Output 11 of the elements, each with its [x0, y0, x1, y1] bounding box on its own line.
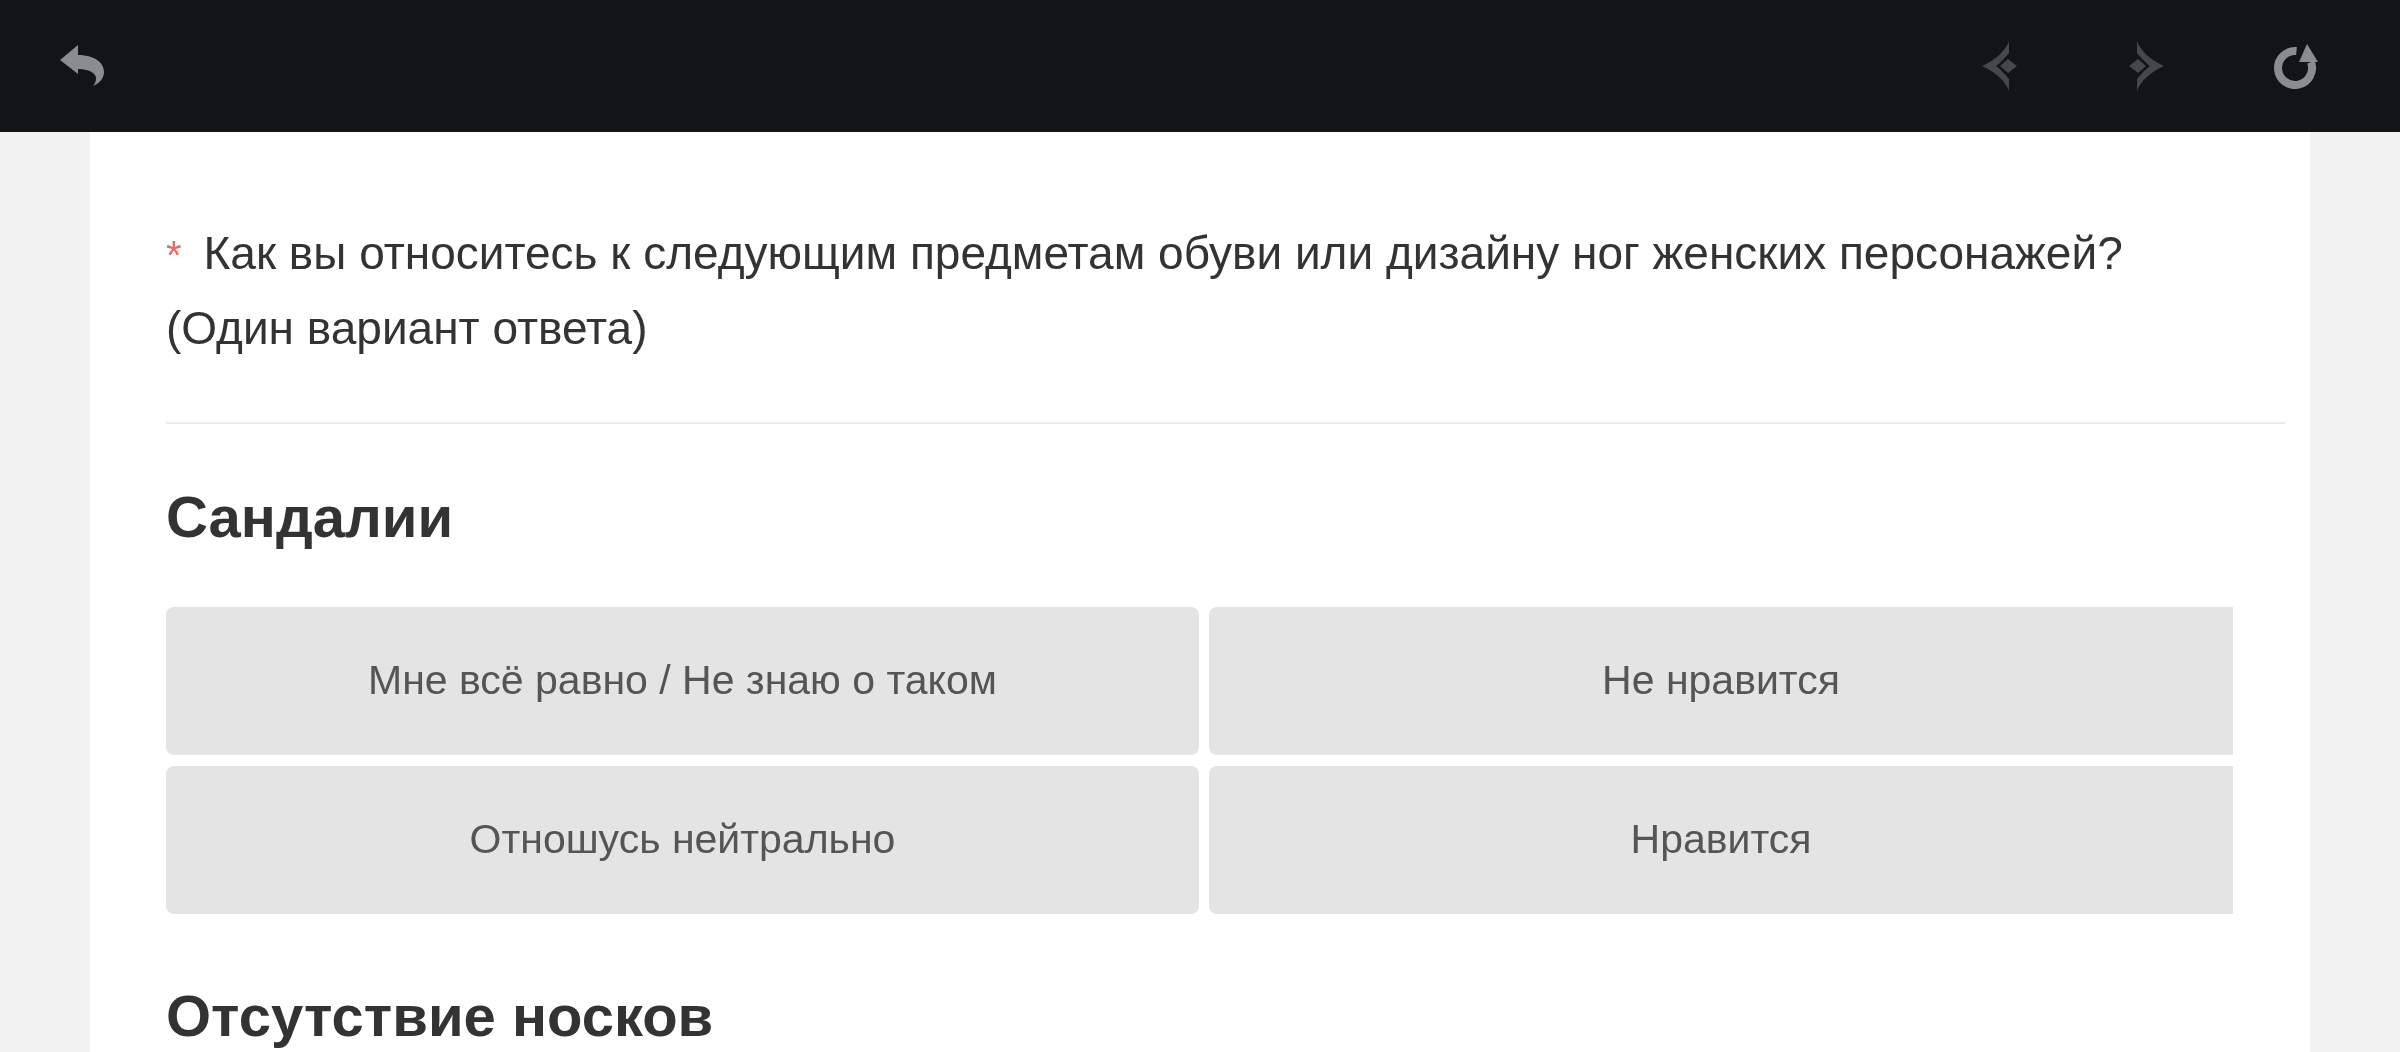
item-heading: Отсутствие носков: [166, 984, 714, 1048]
answer-option[interactable]: Не нравится: [1209, 607, 2233, 755]
answer-option[interactable]: Мне всё равно / Не знаю о таком: [166, 607, 1199, 755]
required-asterisk: *: [166, 233, 182, 277]
answer-hint: (Один вариант ответа): [166, 301, 648, 356]
answer-option[interactable]: Отношусь нейтрально: [166, 766, 1199, 914]
back-arrow-icon[interactable]: [60, 45, 105, 87]
reload-icon[interactable]: [2274, 43, 2318, 89]
question-text: Как вы относитесь к следующим предметам обуви или дизайну ног женских персонажей?: [203, 227, 2123, 279]
item-heading: Сандалии: [166, 485, 454, 549]
answer-option[interactable]: Нравится: [1209, 766, 2233, 914]
